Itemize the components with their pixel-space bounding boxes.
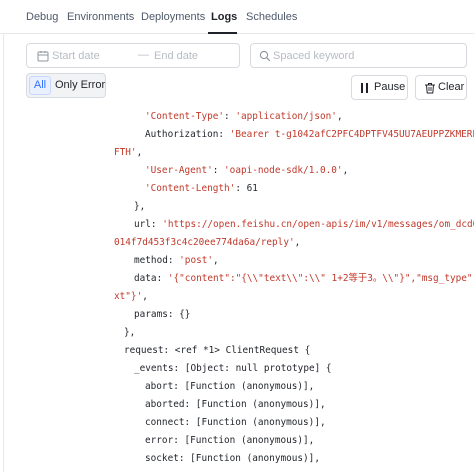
log-token: connect: [Function (anonymous)], xyxy=(145,417,326,428)
log-string-token: 014f7d453f3c4c20ee774da6a/reply' xyxy=(114,237,295,248)
log-line: data: '{"content":"{\\"text\\":\\" 1+2等于… xyxy=(134,273,474,285)
log-line: socket: [Function (anonymous)], xyxy=(145,453,320,465)
log-token: }, xyxy=(124,327,136,338)
log-token: , xyxy=(336,111,343,122)
keyword-search xyxy=(250,43,467,68)
log-line: abort: [Function (anonymous)], xyxy=(145,381,314,393)
log-string-token: xt"}' xyxy=(114,291,143,302)
log-token: data: xyxy=(134,273,168,284)
log-token: , xyxy=(142,291,148,302)
log-token: params: {} xyxy=(134,309,191,320)
log-token: Authorization: xyxy=(145,129,230,140)
trash-icon xyxy=(425,83,435,94)
log-token: : xyxy=(224,111,236,122)
log-token: : 61 xyxy=(235,183,258,194)
log-line: _events: [Object: null prototype] { xyxy=(134,363,332,375)
log-line: aborted: [Function (anonymous)], xyxy=(145,399,326,411)
log-line: 'Content-Type': 'application/json', xyxy=(145,111,343,123)
log-string-token: 'oapi-node-sdk/1.0.0' xyxy=(224,165,343,176)
start-date-input[interactable]: Start date xyxy=(52,50,100,62)
pause-label: Pause xyxy=(374,81,406,93)
log-token: method: xyxy=(134,255,180,266)
log-string-token: 'Content-Type' xyxy=(145,111,225,122)
pause-button[interactable]: Pause xyxy=(351,75,408,100)
log-line: request: <ref *1> ClientRequest { xyxy=(124,345,310,357)
log-line: 'User-Agent': 'oapi-node-sdk/1.0.0', xyxy=(145,165,348,177)
log-token: abort: [Function (anonymous)], xyxy=(145,381,315,392)
filter-only-error-button[interactable]: Only Error xyxy=(55,79,105,91)
log-token: error: [Function (anonymous)], xyxy=(145,435,315,446)
date-range-separator: — xyxy=(138,49,149,61)
tab-bar: Debug Environments Deployments Logs Sche… xyxy=(0,0,474,34)
log-line: }, xyxy=(124,327,135,339)
search-icon xyxy=(259,50,271,62)
log-output[interactable]: 'Content-Type': 'application/json', Auth… xyxy=(0,103,474,472)
log-token: }, xyxy=(134,201,146,212)
tab-schedules[interactable]: Schedules xyxy=(246,11,297,23)
log-token: , xyxy=(342,165,349,176)
log-line: connect: [Function (anonymous)], xyxy=(145,417,326,429)
log-token: url: xyxy=(134,219,163,230)
log-line: xt"}', xyxy=(114,291,148,303)
log-token: request: <ref *1> ClientRequest { xyxy=(124,345,311,356)
log-line: FTH', xyxy=(114,147,142,159)
log-token: , xyxy=(213,255,219,266)
log-line: params: {} xyxy=(134,309,190,321)
clear-label: Clear xyxy=(438,81,465,93)
active-tab-indicator xyxy=(208,32,237,34)
filter-all-button[interactable]: All xyxy=(29,76,51,95)
pause-icon xyxy=(361,83,369,93)
log-token: aborted: [Function (anonymous)], xyxy=(145,399,326,410)
tab-debug[interactable]: Debug xyxy=(26,11,58,23)
log-line: }, xyxy=(134,201,145,213)
log-line: error: [Function (anonymous)], xyxy=(145,435,314,447)
log-string-token: '{"content":"{\\"text\\":\\" 1+2等于3。\\"}… xyxy=(167,273,474,284)
log-string-token: 'post' xyxy=(179,255,214,266)
keyword-input[interactable] xyxy=(273,47,461,65)
tab-logs[interactable]: Logs xyxy=(211,11,237,23)
log-line: 014f7d453f3c4c20ee774da6a/reply', xyxy=(114,237,300,249)
log-string-token: 'https://open.feishu.cn/open-apis/im/v1/… xyxy=(162,219,474,230)
log-string-token: 'Content-Length' xyxy=(145,183,236,194)
log-string-token: FTH' xyxy=(114,147,137,158)
clear-button[interactable]: Clear xyxy=(415,75,467,100)
log-token: , xyxy=(294,237,301,248)
log-token: : xyxy=(212,165,225,176)
log-level-filter: All Only Error xyxy=(26,73,106,98)
log-line: url: 'https://open.feishu.cn/open-apis/i… xyxy=(134,219,474,231)
tab-environments[interactable]: Environments xyxy=(67,11,134,23)
log-line: 'Content-Length': 61 xyxy=(145,183,258,195)
calendar-icon xyxy=(37,51,49,62)
tab-deployments[interactable]: Deployments xyxy=(141,11,205,23)
log-string-token: 'Bearer t-g1042afC2PFC4DPTFV45UU7AEUPPZK… xyxy=(229,129,474,140)
log-string-token: 'User-Agent' xyxy=(145,165,213,176)
log-token: socket: [Function (anonymous)], xyxy=(145,453,320,464)
date-range-picker[interactable]: Start date — End date xyxy=(26,43,240,68)
log-string-token: 'application/json' xyxy=(235,111,337,122)
end-date-input[interactable]: End date xyxy=(154,50,198,62)
log-token: , xyxy=(136,147,143,158)
log-token: _events: [Object: null prototype] { xyxy=(134,363,332,374)
log-line: Authorization: 'Bearer t-g1042afC2PFC4DP… xyxy=(145,129,474,141)
log-line: method: 'post', xyxy=(134,255,219,267)
